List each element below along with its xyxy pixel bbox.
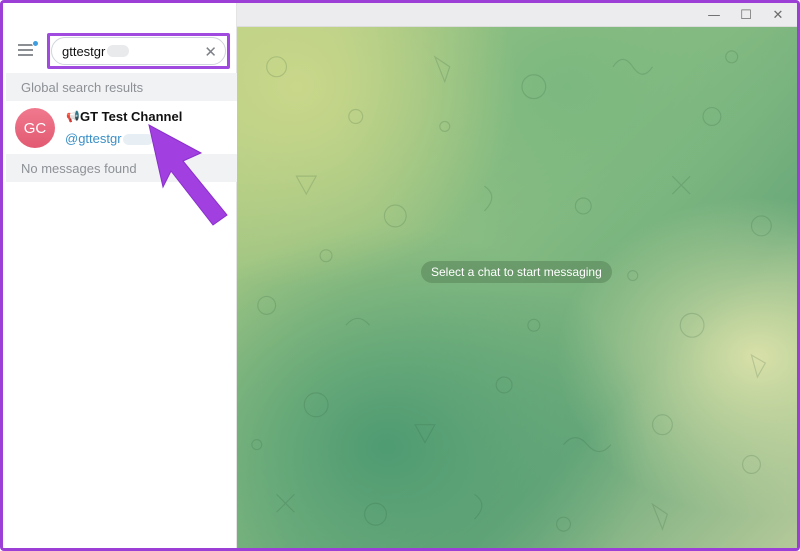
- sidebar: gttestgr ✕ Global search results GC 📢 GT…: [3, 3, 237, 548]
- doodle-pattern: [251, 50, 772, 532]
- channel-handle-text: @gttestgr: [65, 131, 122, 146]
- notification-dot: [32, 40, 39, 47]
- clear-search-icon[interactable]: ✕: [204, 43, 217, 61]
- menu-bar: [18, 49, 33, 51]
- search-value[interactable]: gttestgr: [62, 44, 105, 59]
- menu-bar: [18, 54, 33, 56]
- arrow-annotation-icon: [148, 124, 228, 226]
- close-icon[interactable]: ✕: [761, 3, 795, 27]
- redacted-text: [107, 45, 130, 57]
- maximize-icon[interactable]: ☐: [729, 3, 763, 27]
- global-search-header: Global search results: [6, 73, 237, 101]
- channel-handle: @gttestgr: [65, 131, 153, 146]
- search-input[interactable]: gttestgr ✕: [51, 37, 226, 65]
- megaphone-icon: 📢: [66, 110, 80, 123]
- avatar: GC: [15, 108, 55, 148]
- menu-bar: [18, 44, 33, 46]
- hamburger-menu-icon[interactable]: [17, 40, 39, 60]
- select-chat-hint: Select a chat to start messaging: [421, 261, 612, 283]
- minimize-icon[interactable]: —: [697, 3, 731, 27]
- app-window: gttestgr ✕ Global search results GC 📢 GT…: [0, 0, 800, 551]
- title-bar: — ☐ ✕: [237, 3, 797, 27]
- chat-area: Select a chat to start messaging: [237, 27, 797, 548]
